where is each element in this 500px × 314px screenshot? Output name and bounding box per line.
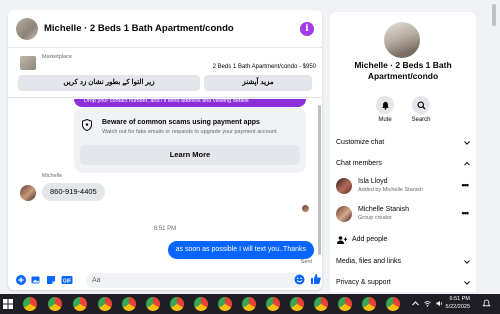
chrome-icon[interactable] — [146, 297, 160, 311]
outgoing-message[interactable]: as soon as possible I will text you..Tha… — [167, 241, 314, 259]
sent-status: Sent — [300, 259, 312, 265]
chrome-icon[interactable] — [266, 297, 280, 311]
search-icon — [416, 100, 426, 110]
mark-pending-button[interactable]: زیر التوا کے بطور نشان زد کریں — [18, 75, 200, 91]
chat-header: Michelle · 2 Beds 1 Bath Apartment/condo… — [8, 10, 322, 48]
listing-thumbnail[interactable] — [20, 56, 36, 70]
chevron-up-icon — [464, 161, 470, 166]
warning-title: Beware of common scams using payment app… — [102, 119, 260, 126]
add-people-row[interactable]: Add people — [336, 233, 470, 247]
speaker-icon[interactable] — [436, 300, 443, 307]
info-title: Michelle · 2 Beds 1 Bath Apartment/condo — [354, 60, 452, 81]
member-avatar[interactable] — [336, 206, 352, 222]
member-item[interactable]: Isla Lloyd Added by Michelle Stanish ••• — [336, 176, 470, 198]
mute-action[interactable]: Mute — [370, 96, 400, 123]
chat-scrollbar[interactable] — [318, 105, 321, 255]
marketplace-label: Marketplace — [42, 54, 72, 60]
read-receipt-avatar — [302, 205, 309, 212]
chrome-icon[interactable] — [290, 297, 304, 311]
clock-date: 5/22/2025 — [445, 303, 470, 310]
chat-members-row[interactable]: Chat members — [336, 157, 470, 171]
chat-members-label: Chat members — [336, 160, 382, 167]
group-photo[interactable] — [384, 22, 420, 58]
member-item[interactable]: Michelle Stanish Group creator ••• — [336, 204, 470, 226]
chrome-icon[interactable] — [386, 297, 400, 311]
member-name: Michelle Stanish — [358, 206, 409, 213]
composer: GIF Aa — [8, 270, 322, 290]
chrome-icon[interactable] — [362, 297, 376, 311]
chrome-icon[interactable] — [48, 297, 62, 311]
chat-window: Michelle · 2 Beds 1 Bath Apartment/condo… — [8, 10, 322, 290]
member-subtitle: Added by Michelle Stanish — [358, 187, 423, 193]
scrollbar-thumb[interactable] — [492, 4, 496, 26]
search-label: Search — [411, 117, 431, 123]
chrome-icon[interactable] — [98, 297, 112, 311]
svg-text:GIF: GIF — [63, 278, 71, 284]
thumbs-up-icon[interactable] — [310, 273, 321, 285]
taskbar: 6:51 PM 5/22/2025 — [0, 294, 500, 314]
mute-label: Mute — [378, 117, 392, 123]
search-action[interactable]: Search — [406, 96, 436, 123]
chevron-down-icon — [464, 260, 470, 264]
wifi-icon[interactable] — [424, 300, 431, 307]
notification-icon[interactable] — [482, 299, 491, 308]
shield-icon — [82, 119, 92, 131]
warning-subtitle: Watch out for fake emails or requests to… — [102, 129, 278, 135]
learn-more-button[interactable]: Learn More — [80, 145, 300, 165]
member-name: Isla Lloyd — [358, 178, 388, 185]
sender-name: Michelle — [42, 173, 63, 179]
chrome-icon[interactable] — [338, 297, 352, 311]
message-input[interactable]: Aa — [86, 273, 302, 288]
member-avatar[interactable] — [336, 178, 352, 194]
chrome-icon[interactable] — [194, 297, 208, 311]
gif-icon[interactable]: GIF — [61, 275, 73, 285]
page-scrollbar[interactable] — [488, 0, 500, 290]
add-person-icon — [337, 236, 347, 244]
more-options-button[interactable]: مزید آپشنز — [204, 75, 312, 91]
privacy-support-row[interactable]: Privacy & support — [336, 276, 470, 290]
info-icon[interactable]: i — [300, 22, 314, 36]
bell-icon — [381, 101, 389, 110]
media-files-row[interactable]: Media, files and links — [336, 255, 470, 269]
message-bubble-partial: Drop your contact number, and I'll send … — [74, 99, 306, 107]
message-timestamp: 6:51 PM — [153, 226, 177, 232]
chrome-icon[interactable] — [23, 297, 37, 311]
message-list: Drop your contact number, and I'll send … — [8, 99, 322, 269]
chevron-down-icon — [464, 281, 470, 285]
incoming-message[interactable]: 860-919-4405 — [42, 183, 105, 201]
chrome-icon[interactable] — [73, 297, 87, 311]
listing-title[interactable]: 2 Beds 1 Bath Apartment/condo - $950 — [213, 64, 316, 70]
member-subtitle: Group creator — [358, 215, 392, 221]
chat-avatar[interactable] — [16, 17, 38, 40]
chrome-icon[interactable] — [170, 297, 184, 311]
photo-icon[interactable] — [31, 275, 41, 285]
clock-time: 6:51 PM — [449, 296, 470, 302]
more-options-icon[interactable]: ••• — [462, 208, 470, 218]
emoji-icon[interactable] — [294, 274, 305, 285]
chrome-icon[interactable] — [122, 297, 136, 311]
windows-start-icon[interactable] — [3, 299, 13, 309]
sender-avatar[interactable] — [20, 185, 36, 201]
chevron-up-icon[interactable] — [412, 300, 419, 307]
chrome-icon[interactable] — [314, 297, 328, 311]
chevron-down-icon — [464, 141, 470, 145]
chat-title[interactable]: Michelle · 2 Beds 1 Bath Apartment/condo — [44, 23, 234, 34]
chat-info-panel: Michelle · 2 Beds 1 Bath Apartment/condo… — [330, 12, 476, 292]
plus-circle-icon[interactable] — [16, 275, 26, 285]
media-files-label: Media, files and links — [336, 258, 401, 265]
scam-warning-card: Beware of common scams using payment app… — [74, 107, 306, 173]
privacy-support-label: Privacy & support — [336, 279, 391, 286]
customize-chat-row[interactable]: Customize chat — [336, 136, 470, 150]
chrome-icon[interactable] — [242, 297, 256, 311]
more-options-icon[interactable]: ••• — [462, 180, 470, 190]
system-clock[interactable]: 6:51 PM 5/22/2025 — [446, 296, 470, 311]
add-people-label: Add people — [352, 236, 388, 243]
screen: Michelle · 2 Beds 1 Bath Apartment/condo… — [0, 0, 500, 314]
chrome-icon[interactable] — [218, 297, 232, 311]
sticker-icon[interactable] — [46, 275, 56, 285]
marketplace-bar: Marketplace 2 Beds 1 Bath Apartment/cond… — [8, 50, 322, 98]
customize-chat-label: Customize chat — [336, 139, 385, 146]
